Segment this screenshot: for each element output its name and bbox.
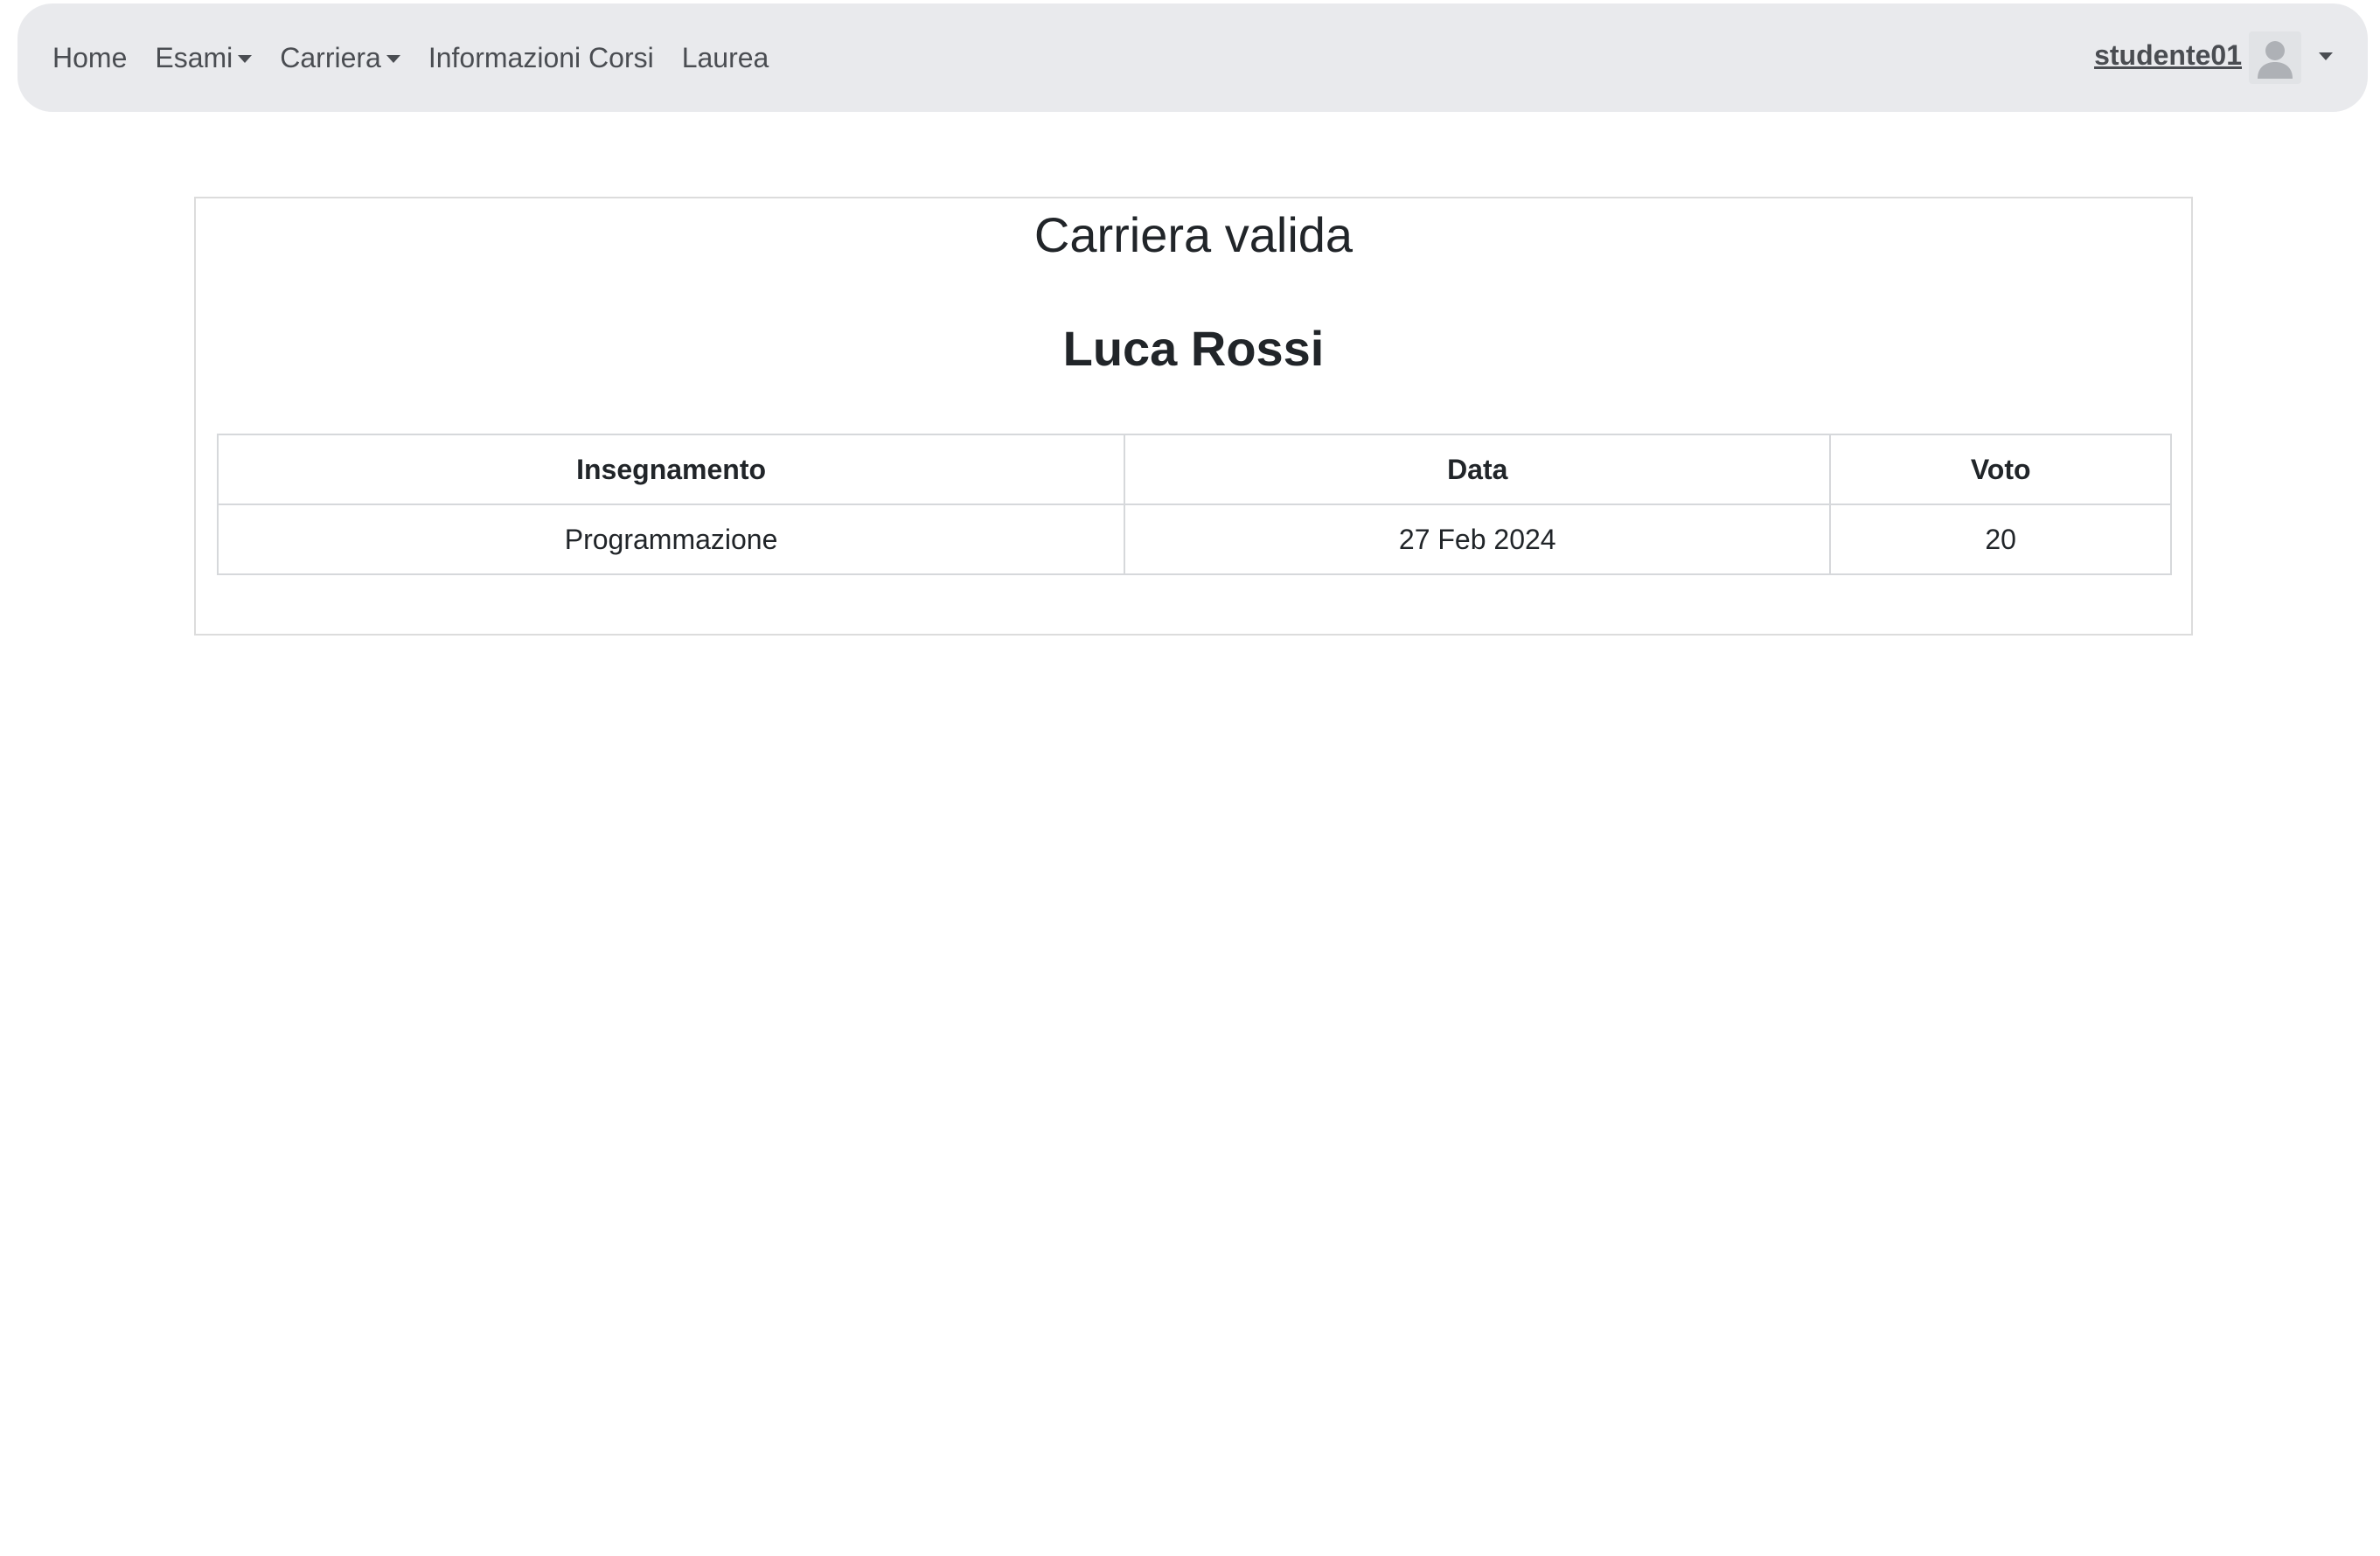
nav-item-esami[interactable]: Esami: [155, 41, 253, 74]
student-name: Luca Rossi: [1062, 321, 1325, 376]
nav-item-laurea[interactable]: Laurea: [682, 42, 769, 74]
nav-item-label: Informazioni Corsi: [428, 41, 654, 73]
column-header-voto: Voto: [1829, 434, 2172, 505]
nav-menu: Home Esami Carriera Informazioni Corsi L…: [52, 3, 797, 112]
cell-voto: 20: [1829, 504, 2172, 575]
user-menu[interactable]: studente01: [2094, 3, 2333, 112]
nav-item-label: Carriera: [280, 41, 381, 73]
nav-item-label: Laurea: [681, 41, 769, 73]
caret-down-icon: [386, 54, 400, 63]
column-header-data: Data: [1124, 434, 1832, 505]
career-table: Insegnamento Data Voto Programmazione 27…: [216, 434, 2172, 575]
cell-insegnamento: Programmazione: [216, 504, 1126, 575]
cell-data: 27 Feb 2024: [1124, 504, 1832, 575]
nav-item-informazioni-corsi[interactable]: Informazioni Corsi: [428, 42, 654, 74]
caret-down-icon[interactable]: [2319, 52, 2333, 60]
user-avatar-icon[interactable]: [2249, 31, 2301, 84]
nav-item-label: Home: [52, 41, 128, 73]
nav-item-carriera[interactable]: Carriera: [280, 42, 400, 74]
table-row: Programmazione 27 Feb 2024 20: [216, 504, 2172, 575]
column-header-insegnamento: Insegnamento: [216, 434, 1126, 505]
career-card: Carriera valida Luca Rossi Insegnamento …: [194, 197, 2193, 636]
caret-down-icon: [238, 54, 253, 63]
top-navbar: Home Esami Carriera Informazioni Corsi L…: [17, 3, 2368, 112]
nav-item-label: Esami: [155, 41, 233, 73]
username-link[interactable]: studente01: [2094, 39, 2242, 72]
table-header-row: Insegnamento Data Voto: [216, 434, 2172, 505]
nav-item-home[interactable]: Home: [52, 42, 127, 74]
page-title: Carriera valida: [1033, 207, 1354, 262]
